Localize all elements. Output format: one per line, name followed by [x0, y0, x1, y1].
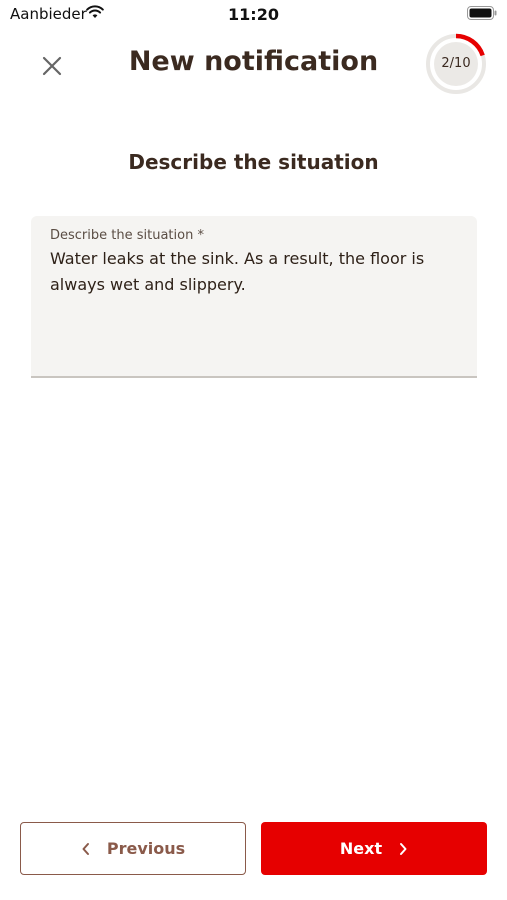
situation-field-value[interactable]: Water leaks at the sink. As a result, th…: [50, 246, 460, 298]
situation-textarea[interactable]: Describe the situation * Water leaks at …: [31, 216, 477, 378]
previous-button-label: Previous: [106, 839, 186, 858]
clock: 11:20: [228, 5, 279, 24]
footer-navigation: Previous Next: [0, 820, 507, 876]
previous-button[interactable]: Previous: [20, 822, 246, 875]
chevron-left-icon: [82, 842, 89, 855]
step-progress-indicator: 2/10: [424, 32, 488, 96]
next-button[interactable]: Next: [261, 822, 487, 875]
next-button-label: Next: [339, 839, 383, 858]
chevron-right-icon: [400, 842, 407, 855]
progress-text: 2/10: [441, 56, 471, 71]
header: New notification 2/10: [0, 30, 507, 100]
status-bar: Aanbieder 11:20: [0, 0, 507, 30]
battery-icon: [467, 6, 497, 20]
situation-field-label: Describe the situation *: [50, 228, 204, 243]
section-title: Describe the situation: [128, 150, 379, 174]
